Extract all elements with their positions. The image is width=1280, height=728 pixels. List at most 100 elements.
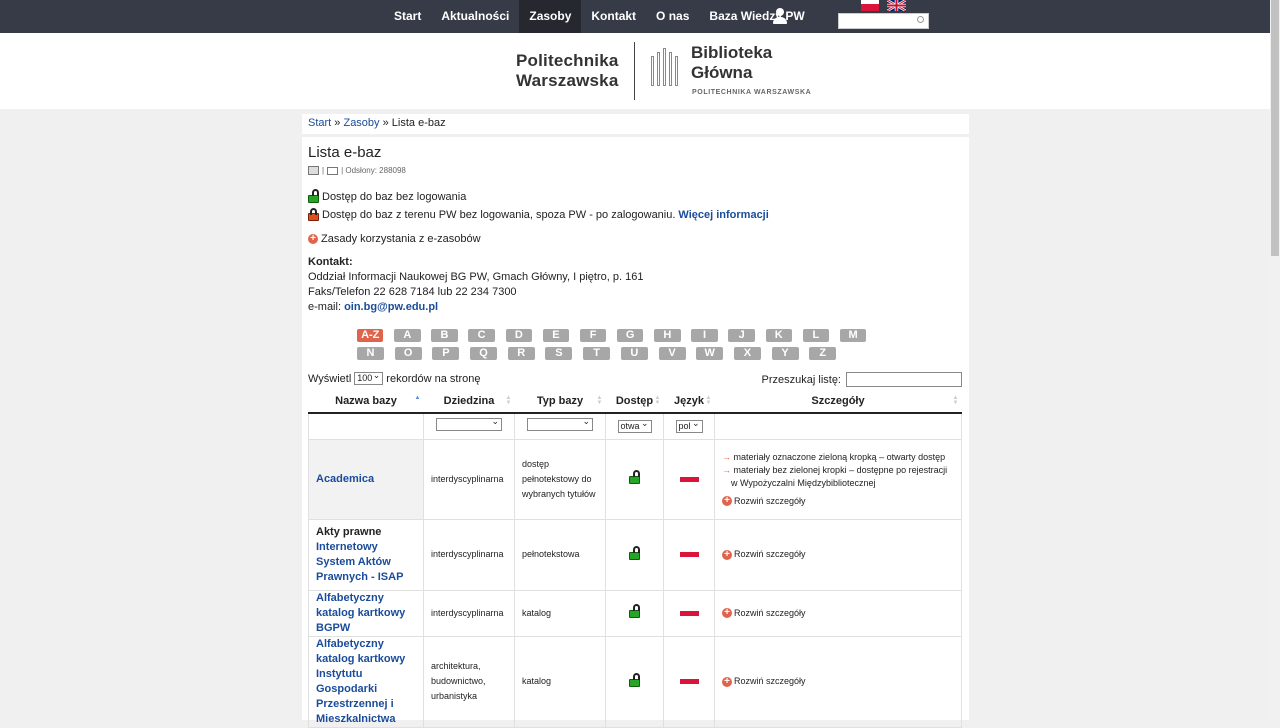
expand-details-button[interactable]: + Rozwiń szczegóły <box>722 548 954 561</box>
letter-filter-button[interactable]: B <box>431 329 458 342</box>
column-header-details[interactable]: Szczegóły ▲ ▼ <box>714 389 962 414</box>
letter-filter-button[interactable]: J <box>728 329 755 342</box>
unlocked-padlock-icon <box>308 189 319 203</box>
polish-flag-icon <box>679 471 699 484</box>
page-length-select[interactable]: 100 <box>354 370 384 385</box>
type-filter-select[interactable] <box>527 416 593 432</box>
letter-filter-button[interactable]: D <box>505 329 533 342</box>
letter-filter-button[interactable]: I <box>691 329 718 342</box>
nav-baza-wiedzy[interactable]: Baza Wiedzy PW <box>699 0 814 33</box>
letter-filter-button[interactable]: U <box>620 347 648 360</box>
logo-divider <box>634 42 635 100</box>
nav-start[interactable]: Start <box>384 0 431 33</box>
letter-filter-button[interactable]: F <box>579 329 607 342</box>
nav-aktualnosci[interactable]: Aktualności <box>431 0 519 33</box>
table-row: Alfabetyczny katalog kartkowy Instytutu … <box>308 635 962 728</box>
letter-filter-button[interactable]: X <box>733 347 761 360</box>
breadcrumb-start[interactable]: Start <box>308 117 331 129</box>
more-info-link[interactable]: Więcej informacji <box>678 209 768 221</box>
print-icon[interactable] <box>308 166 319 175</box>
filter-cell-access: otwa <box>605 412 664 440</box>
column-header-language[interactable]: Język ▲ ▼ <box>663 389 715 414</box>
mail-icon[interactable] <box>327 166 339 175</box>
logo-pw-line1: Politechnika <box>516 51 619 70</box>
language-cell <box>663 518 715 591</box>
details-cell: + Rozwiń szczegóły <box>714 518 962 591</box>
contact-email-link[interactable]: oin.bg@pw.edu.pl <box>344 301 438 313</box>
breadcrumb-zasoby[interactable]: Zasoby <box>343 117 379 129</box>
letter-filter-button[interactable]: Q <box>470 347 498 360</box>
expand-label: Rozwiń szczegóły <box>734 495 806 506</box>
letter-filter-button[interactable]: H <box>654 329 681 342</box>
header-label: Dostęp <box>615 394 654 407</box>
letter-filter-button[interactable]: Y <box>771 347 799 360</box>
detail-item: → materiały bez zielonej kropki – dostęp… <box>722 464 948 488</box>
locked-padlock-icon <box>308 208 319 221</box>
contact-label: Kontakt: <box>308 256 353 268</box>
type-cell: dostęp pełnotekstowy do wybranych tytułó… <box>514 438 606 520</box>
sort-icon: ▲ ▼ <box>705 395 712 406</box>
letter-filter-button[interactable]: K <box>765 329 792 342</box>
database-name-link[interactable]: Academica <box>308 438 424 520</box>
letter-filter-button[interactable]: A-Z <box>357 329 384 342</box>
letter-filter-button[interactable]: M <box>839 329 867 342</box>
database-name-link[interactable]: Alfabetyczny katalog kartkowy BGPW <box>308 589 424 637</box>
expand-details-button[interactable]: + Rozwiń szczegóły <box>722 495 954 508</box>
site-search-input[interactable] <box>838 13 929 29</box>
letter-filter-button[interactable]: L <box>802 329 830 342</box>
letter-filter-button[interactable]: E <box>542 329 570 342</box>
details-cell: + Rozwiń szczegóły <box>714 589 962 637</box>
scrollbar-thumb[interactable] <box>1271 0 1279 256</box>
header-label: Szczegóły <box>811 394 865 407</box>
detail-item: → materiały oznaczone zieloną kropką – o… <box>722 451 946 462</box>
letter-filter-button[interactable]: O <box>394 347 422 360</box>
letter-filter-button[interactable]: R <box>507 347 535 360</box>
rules-toggle[interactable]: + Zasady korzystania z e-zasobów <box>308 233 481 245</box>
page-scrollbar[interactable] <box>1270 0 1280 720</box>
show-label: Wyświetl <box>308 372 352 385</box>
biblioteka-logo[interactable]: Biblioteka Główna <box>691 43 772 83</box>
column-header-type[interactable]: Typ bazy ▲ ▼ <box>514 389 606 414</box>
database-name-link[interactable]: Alfabetyczny katalog kartkowy Instytutu … <box>308 635 424 728</box>
user-icon[interactable] <box>772 8 788 26</box>
letter-filter-button[interactable]: W <box>696 347 724 360</box>
letter-filter-button[interactable]: S <box>545 347 573 360</box>
expand-details-button[interactable]: + Rozwiń szczegóły <box>722 607 954 620</box>
letter-filter-button[interactable]: T <box>583 347 611 360</box>
table-row: Academica interdyscyplinarna dostęp pełn… <box>308 438 962 520</box>
unlocked-padlock-icon <box>629 470 640 484</box>
letter-filter-button[interactable]: Z <box>809 347 837 360</box>
search-list-input[interactable] <box>846 372 962 387</box>
letter-filter-button[interactable]: A <box>394 329 421 342</box>
breadcrumb-separator: » <box>379 117 392 129</box>
column-header-domain[interactable]: Dziedzina ▲ ▼ <box>423 389 515 414</box>
expand-label: Rozwiń szczegóły <box>734 676 806 686</box>
access-filter-select[interactable]: otwa <box>617 418 652 433</box>
nav-kontakt[interactable]: Kontakt <box>581 0 646 33</box>
polish-flag-icon[interactable] <box>861 0 879 11</box>
details-cell: → materiały oznaczone zieloną kropką – o… <box>714 438 962 520</box>
letter-filter-button[interactable]: V <box>658 347 686 360</box>
search-icon[interactable] <box>917 16 924 23</box>
filter-cell-language: pol <box>663 412 715 440</box>
database-name-link[interactable]: Internetowy System Aktów Prawnych - ISAP <box>316 540 416 585</box>
nav-o-nas[interactable]: O nas <box>646 0 699 33</box>
domain-filter-select[interactable] <box>436 416 502 432</box>
language-filter-select[interactable]: pol <box>675 418 703 433</box>
sort-icon: ▲ ▼ <box>596 395 603 406</box>
expand-details-button[interactable]: + Rozwiń szczegóły <box>722 675 954 688</box>
letter-filter-button[interactable]: P <box>432 347 460 360</box>
letter-filter-button[interactable]: C <box>468 329 495 342</box>
letter-filter-button[interactable]: N <box>357 347 384 360</box>
english-flag-icon[interactable] <box>887 0 906 11</box>
letter-filter-button[interactable]: G <box>616 329 644 342</box>
column-header-access[interactable]: Dostęp ▲ ▼ <box>605 389 664 414</box>
domain-cell: interdyscyplinarna <box>423 589 515 637</box>
filter-cell-domain <box>423 412 515 440</box>
plus-circle-icon: + <box>722 608 732 618</box>
nav-zasoby[interactable]: Zasoby <box>519 0 582 33</box>
type-cell: katalog <box>514 635 606 728</box>
column-header-name[interactable]: Nazwa bazy ▲ <box>308 389 424 414</box>
politechnika-logo[interactable]: Politechnika Warszawska <box>516 51 619 91</box>
main-content: Lista e-baz | | Odsłony: 288098 Dostęp d… <box>302 137 969 728</box>
